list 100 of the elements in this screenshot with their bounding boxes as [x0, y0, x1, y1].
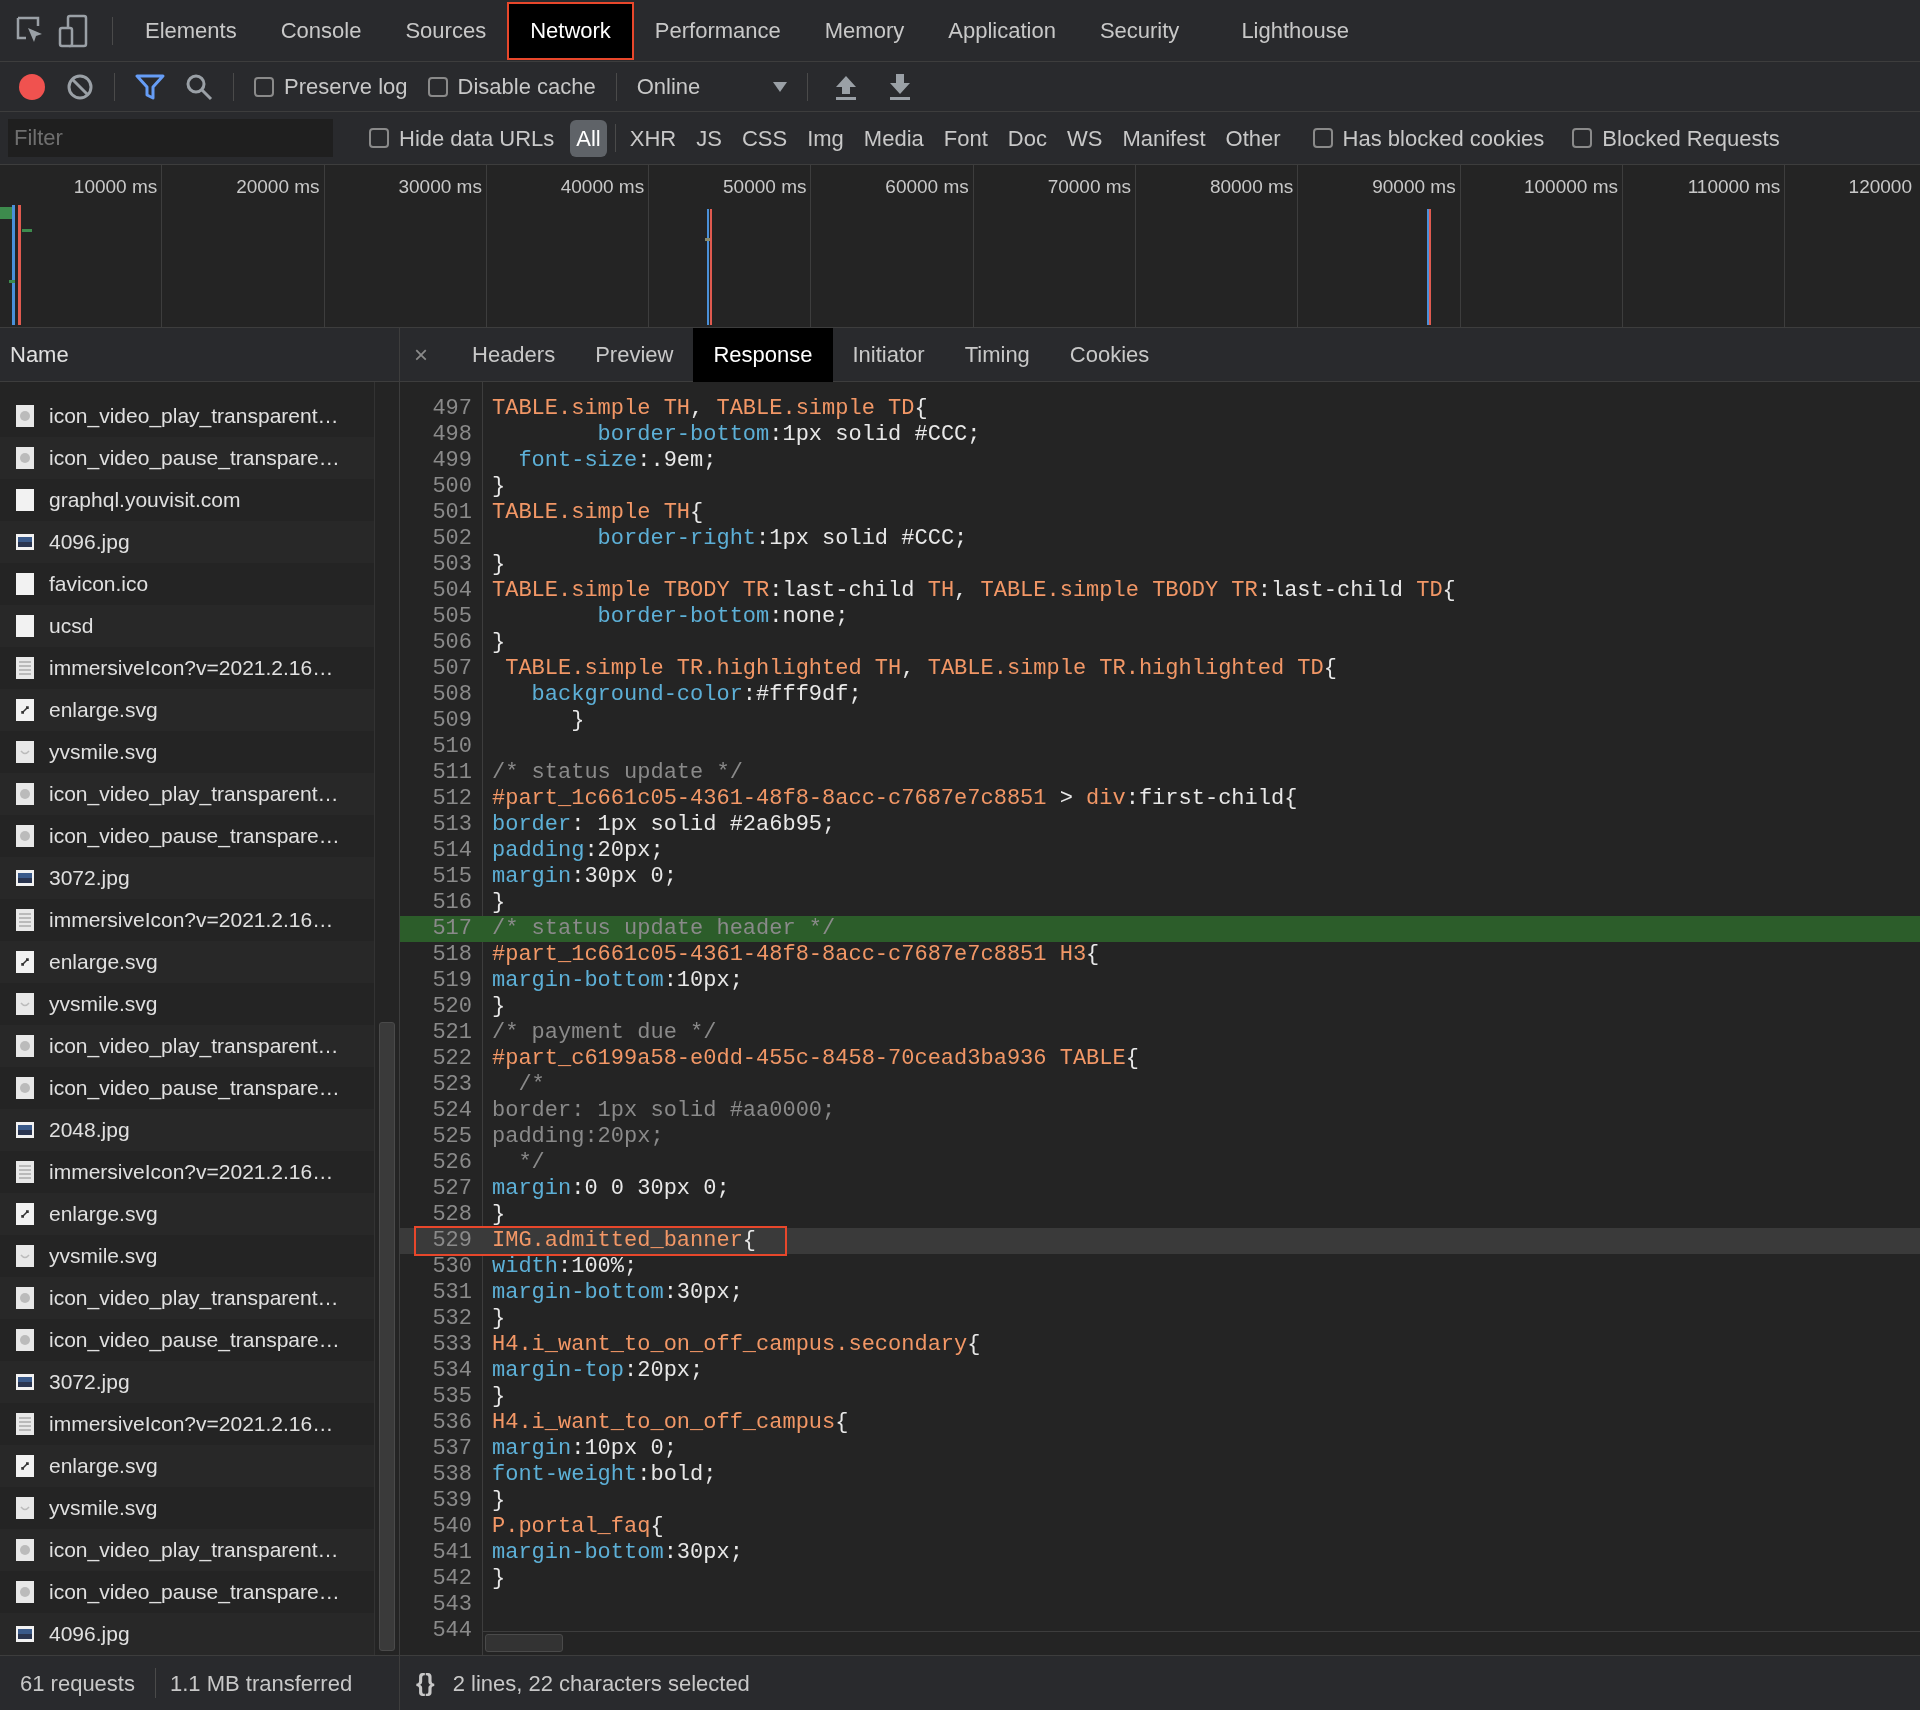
line-number: 536: [431, 1410, 473, 1436]
detail-tab[interactable]: Cookies: [1049, 327, 1170, 382]
panel-tab[interactable]: Security: [1077, 2, 1202, 59]
detail-tab[interactable]: Timing: [944, 327, 1050, 382]
filter-icon[interactable]: [135, 72, 165, 101]
line-number: 521: [431, 1020, 473, 1046]
clear-icon[interactable]: [66, 72, 94, 101]
line-number: 507: [431, 656, 473, 682]
request-row[interactable]: icon_video_play_transparent…: [0, 1529, 375, 1571]
code-line: }: [491, 1306, 506, 1332]
request-row[interactable]: icon_video_play_transparent…: [0, 1025, 375, 1067]
close-button[interactable]: ×: [400, 336, 442, 373]
media-file-icon: [15, 1076, 35, 1100]
detail-tab[interactable]: Response: [693, 327, 833, 382]
panel-tab[interactable]: Console: [258, 2, 384, 59]
request-name: immersiveIcon?v=2021.2.16…: [49, 1411, 334, 1438]
line-number: 530: [431, 1254, 473, 1280]
resource-type-filter[interactable]: All: [570, 119, 607, 157]
request-row[interactable]: icon_video_pause_transpare…: [0, 437, 375, 479]
request-row[interactable]: 3072.jpg: [0, 1361, 375, 1403]
request-row[interactable]: icon_video_play_transparent…: [0, 773, 375, 815]
request-row[interactable]: enlarge.svg: [0, 689, 375, 731]
request-row[interactable]: enlarge.svg: [0, 1445, 375, 1487]
has-blocked-cookies-checkbox[interactable]: [1312, 128, 1333, 148]
code-line: }: [491, 890, 506, 916]
request-row[interactable]: enlarge.svg: [0, 941, 375, 983]
line-number: 502: [431, 526, 473, 552]
request-name: icon_video_play_transparent…: [49, 1285, 339, 1312]
media-file-icon: [15, 1580, 35, 1604]
resource-type-filter[interactable]: Font: [937, 119, 994, 157]
device-toolbar-icon[interactable]: [58, 14, 88, 47]
panel-tab[interactable]: Application: [926, 2, 1078, 59]
code-line: font-weight:bold;: [491, 1462, 717, 1488]
line-number: 515: [431, 864, 473, 890]
line-number: 511: [431, 760, 473, 786]
line-number: 523: [431, 1072, 473, 1098]
request-row[interactable]: ucsd: [0, 605, 375, 647]
panel-tab[interactable]: Sources: [383, 2, 509, 59]
line-number: 504: [431, 578, 473, 604]
timeline-tick-label: 60000 ms: [885, 175, 969, 197]
request-row[interactable]: 4096.jpg: [0, 521, 375, 563]
download-icon[interactable]: [887, 73, 912, 100]
detail-tab[interactable]: Headers: [452, 327, 576, 382]
code-line: }: [491, 1488, 506, 1514]
code-line: #part_c6199a58-e0dd-455c-8458-70cead3ba936 TABLE{: [491, 1046, 1139, 1072]
scrollbar-thumb[interactable]: [485, 1634, 563, 1652]
resource-type-filter[interactable]: CSS: [735, 119, 794, 157]
code-line: /*: [517, 1072, 545, 1098]
preserve-log-checkbox[interactable]: [254, 76, 274, 97]
throttling-dropdown[interactable]: Online: [636, 70, 787, 103]
code-line: TABLE.simple TBODY TR:last-child TH, TABLE.simple TBODY TR:last-child TD{: [491, 578, 1456, 604]
resource-type-filter[interactable]: XHR: [623, 119, 683, 157]
code-line: }: [491, 474, 506, 500]
scrollbar-thumb[interactable]: [379, 1022, 395, 1651]
request-name: 4096.jpg: [49, 1621, 130, 1648]
request-row[interactable]: enlarge.svg: [0, 1193, 375, 1235]
blocked-requests-checkbox[interactable]: [1572, 128, 1593, 148]
panel-tab[interactable]: Memory: [802, 2, 927, 59]
detail-tab[interactable]: Preview: [575, 327, 694, 382]
disable-cache-checkbox[interactable]: [427, 76, 448, 97]
detail-tab[interactable]: Initiator: [832, 327, 945, 382]
line-number: 499: [431, 448, 473, 474]
line-number: 518: [431, 942, 473, 968]
record-icon[interactable]: [18, 72, 46, 101]
filter-input[interactable]: Filter: [8, 119, 333, 157]
resource-type-filter[interactable]: JS: [690, 119, 728, 157]
timeline-tick-label: 70000 ms: [1047, 175, 1132, 197]
request-row[interactable]: 4096.jpg: [0, 1613, 375, 1655]
resource-type-filter[interactable]: Media: [857, 119, 930, 157]
line-number: 519: [431, 968, 473, 994]
request-name: icon_video_pause_transpare…: [49, 1075, 340, 1102]
request-name: icon_video_play_transparent…: [49, 403, 339, 430]
hide-data-urls-checkbox[interactable]: [369, 128, 389, 148]
line-number: 528: [431, 1202, 473, 1228]
search-icon[interactable]: [185, 72, 213, 101]
enlarge-file-icon: [15, 1454, 35, 1478]
request-row[interactable]: icon_video_play_transparent…: [0, 1277, 375, 1319]
disable-cache-label: Disable cache: [457, 73, 596, 101]
panel-tab[interactable]: Network: [508, 2, 633, 59]
resource-type-filter[interactable]: Other: [1219, 119, 1287, 157]
resource-type-filter[interactable]: Img: [801, 119, 850, 157]
timeline-tick-label: 30000 ms: [398, 175, 482, 197]
resource-type-filter[interactable]: Manifest: [1116, 119, 1212, 157]
line-number: 506: [431, 630, 473, 656]
line-number: 501: [431, 500, 473, 526]
request-row[interactable]: 2048.jpg: [0, 1109, 375, 1151]
request-row[interactable]: 3072.jpg: [0, 857, 375, 899]
media-file-icon: [15, 404, 35, 428]
pretty-print-button[interactable]: {}: [416, 1665, 435, 1701]
inspect-icon[interactable]: [16, 16, 42, 42]
panel-tab[interactable]: Elements: [123, 2, 259, 59]
resource-type-filter[interactable]: Doc: [1001, 119, 1053, 157]
panel-tab[interactable]: Lighthouse: [1219, 2, 1372, 59]
media-file-icon: [15, 446, 35, 470]
smile-file-icon: [15, 1244, 35, 1268]
line-number: 537: [431, 1436, 473, 1462]
line-number: 524: [431, 1098, 473, 1124]
panel-tab[interactable]: Performance: [632, 2, 803, 59]
resource-type-filter[interactable]: WS: [1060, 119, 1109, 157]
code-line: }: [491, 1566, 506, 1592]
